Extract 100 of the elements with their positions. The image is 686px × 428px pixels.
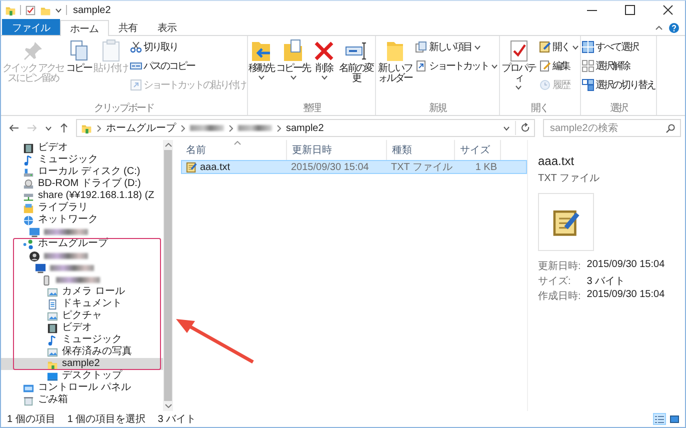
sidebar-item[interactable]: ネットワーク <box>1 214 163 226</box>
close-icon <box>663 5 673 15</box>
disc-drive-icon <box>23 178 34 190</box>
properties-icon[interactable] <box>25 4 36 16</box>
ribbon-tab[interactable]: ホーム <box>60 20 108 36</box>
delete-button[interactable]: 削除 <box>312 38 336 81</box>
sidebar-item[interactable]: ビデオ <box>1 322 163 334</box>
detail-label: 更新日時: <box>538 260 581 273</box>
avatar-icon <box>29 250 40 262</box>
select-all-button[interactable]: すべて選択 <box>582 38 655 56</box>
breadcrumb[interactable]: ホームグループ <box>106 121 176 135</box>
search-icon <box>666 124 675 132</box>
caret-icon <box>320 75 328 80</box>
large-icons-view-button[interactable] <box>668 413 681 425</box>
sidebar-item[interactable]: ライブラリ <box>1 202 163 214</box>
blurred-label <box>56 277 100 283</box>
scroll-up-icon[interactable] <box>164 143 172 147</box>
caret-icon <box>474 44 480 50</box>
film-icon <box>47 322 58 334</box>
ribbon-tab[interactable]: 共有 <box>108 20 148 35</box>
new-folder-button[interactable]: 新しいフォルダー <box>377 38 413 85</box>
delete-icon <box>312 39 336 63</box>
notepad-button[interactable]: 開く <box>538 38 578 56</box>
rename-button[interactable]: 名前の変更 <box>338 38 374 85</box>
chevron-icon <box>181 124 185 132</box>
properties-button[interactable]: プロパティ <box>500 38 536 91</box>
sidebar-item[interactable]: ビデオ <box>1 142 163 154</box>
picture-folder-icon <box>47 346 58 358</box>
table-cell: aaa.txt <box>200 162 230 172</box>
scroll-down-icon[interactable] <box>164 404 172 408</box>
invert-selection-icon <box>582 79 594 91</box>
copy-button[interactable]: コピー <box>66 38 92 75</box>
caret-icon <box>258 75 265 80</box>
invert-selection-button[interactable]: 選択の切り替え <box>582 76 655 94</box>
sidebar-item[interactable]: sample2 <box>1 358 163 370</box>
status-text: 3 バイト <box>158 413 196 426</box>
notepad-icon <box>538 41 550 53</box>
picture-folder-icon <box>47 310 58 322</box>
history-dropdown-icon[interactable] <box>503 126 510 130</box>
scissors-button[interactable]: 切り取り <box>130 38 246 56</box>
sidebar-item[interactable]: share (¥¥192.168.1.18) (Z <box>1 190 163 202</box>
blurred-breadcrumb[interactable] <box>190 125 224 131</box>
new-item-button[interactable]: 新しい項目 <box>415 38 498 56</box>
shortcut-button[interactable]: ショートカット <box>415 57 498 75</box>
chevron-icon <box>277 124 281 132</box>
help-icon[interactable] <box>669 22 679 32</box>
shortcut-paste-icon <box>130 79 142 91</box>
copy-to-button[interactable]: コピー先 <box>276 38 310 81</box>
table-cell: 2015/09/30 15:04 <box>291 162 369 172</box>
blurred-breadcrumb[interactable] <box>238 125 272 131</box>
search-field[interactable]: sample2の検索 <box>550 122 666 134</box>
move-to-button[interactable]: 移動先 <box>248 38 274 81</box>
path-copy-button[interactable]: パスのコピー <box>130 57 246 75</box>
ribbon-tab[interactable]: 表示 <box>148 20 186 35</box>
path-copy-icon <box>130 60 142 72</box>
detail-label: 作成日時: <box>538 290 581 303</box>
shortcut-icon <box>415 60 427 72</box>
back-icon[interactable] <box>9 124 19 132</box>
search-box[interactable]: sample2の検索 <box>543 119 681 137</box>
sidebar-item[interactable]: ミュージック <box>1 334 163 346</box>
scrollbar-thumb[interactable] <box>164 150 172 401</box>
monitor-icon <box>29 226 40 238</box>
select-none-button[interactable]: 選択解除 <box>582 57 655 75</box>
document-icon <box>47 298 58 310</box>
recent-locations-icon[interactable] <box>45 126 52 130</box>
file-row[interactable]: aaa.txt 2015/09/30 15:04 TXT ファイル 1 KB <box>181 160 527 174</box>
details-view-button[interactable] <box>653 413 666 425</box>
sidebar-item[interactable]: デスクトップ <box>1 370 163 382</box>
blurred-label <box>44 229 88 235</box>
maximize-icon <box>625 5 635 15</box>
sidebar-item[interactable]: ピクチャ <box>1 310 163 322</box>
large-icons-view-icon <box>670 414 679 424</box>
address-bar[interactable]: ホームグループ sample2 <box>76 119 535 137</box>
scrollbar[interactable] <box>163 140 173 411</box>
monitor-icon <box>35 262 46 274</box>
window-title: sample2 <box>73 4 111 16</box>
sidebar-item[interactable]: ローカル ディスク (C:) <box>1 166 163 178</box>
ribbon-group-label: 選択 <box>608 103 628 115</box>
sidebar-item[interactable]: ごみ箱 <box>1 394 163 406</box>
ribbon-tab[interactable]: ファイル <box>2 19 60 35</box>
refresh-icon[interactable] <box>521 123 530 133</box>
chevron-icon <box>229 124 233 132</box>
customize-caret-icon[interactable] <box>55 8 62 12</box>
collapse-ribbon-icon[interactable] <box>655 25 663 30</box>
caret-icon <box>290 75 296 80</box>
library-icon <box>23 202 34 214</box>
up-icon[interactable] <box>60 123 68 133</box>
sidebar-item[interactable]: ドキュメント <box>1 298 163 310</box>
drive-icon <box>23 166 34 178</box>
breadcrumb[interactable]: sample2 <box>286 122 324 134</box>
sidebar-item[interactable]: ミュージック <box>1 154 163 166</box>
sidebar-item[interactable]: カメラ ロール <box>1 286 163 298</box>
desktop-icon <box>47 370 58 382</box>
phone-icon <box>41 274 52 286</box>
sidebar-item[interactable]: コントロール パネル <box>1 382 163 394</box>
select-all-icon <box>582 41 594 53</box>
preview-type: TXT ファイル <box>538 172 600 185</box>
edit-button[interactable]: 編集 <box>538 57 578 75</box>
caret-icon <box>572 44 578 50</box>
sidebar-item[interactable]: BD-ROM ドライブ (D:) <box>1 178 163 190</box>
